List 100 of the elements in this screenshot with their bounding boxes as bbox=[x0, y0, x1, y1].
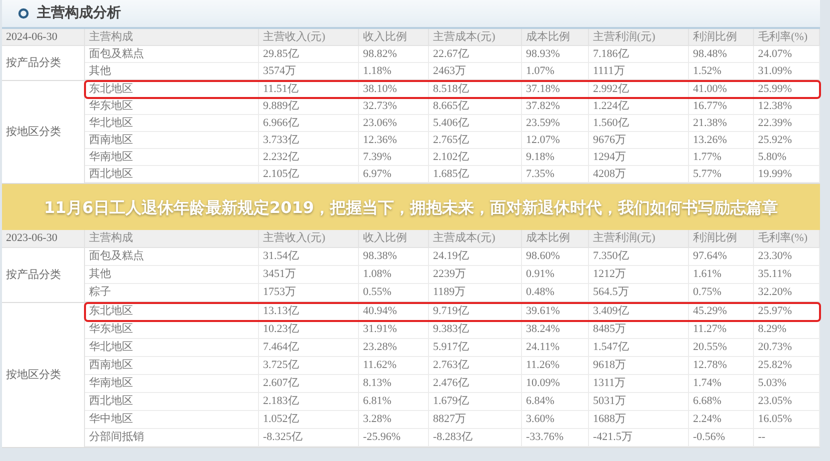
table-cell: 9.18% bbox=[522, 149, 589, 165]
table-header-cell: 成本比例 bbox=[522, 230, 589, 247]
table-cell: 6.97% bbox=[359, 166, 429, 182]
table-cell: 12.38% bbox=[754, 98, 820, 114]
table-header-cell: 2024-06-30 bbox=[2, 29, 85, 45]
table-cell: 9.719亿 bbox=[429, 303, 522, 321]
table-cell: 11.26% bbox=[522, 357, 589, 374]
table-cell: -8.283亿 bbox=[429, 429, 522, 446]
table-header-cell: 主营构成 bbox=[85, 230, 259, 247]
table-cell: 25.92% bbox=[754, 132, 820, 148]
table-cell: 3.725亿 bbox=[259, 357, 359, 374]
table-cell: 16.77% bbox=[689, 98, 754, 114]
table-cell: 8.665亿 bbox=[429, 98, 522, 114]
table-cell: 1294万 bbox=[589, 149, 689, 165]
table-cell: 98.38% bbox=[359, 248, 429, 265]
table-header-cell: 主营利润(元) bbox=[589, 230, 689, 247]
table-cell: 5.406亿 bbox=[429, 115, 522, 131]
table-cell: 1212万 bbox=[589, 266, 689, 283]
table-cell: 38.24% bbox=[522, 321, 589, 338]
table-cell: 29.85亿 bbox=[259, 46, 359, 62]
table-cell: 3.733亿 bbox=[259, 132, 359, 148]
table-cell: 12.36% bbox=[359, 132, 429, 148]
table-cell: 0.75% bbox=[689, 284, 754, 301]
table-cell: 2.765亿 bbox=[429, 132, 522, 148]
table-cell: 5.917亿 bbox=[429, 339, 522, 356]
table-cell: -0.56% bbox=[689, 429, 754, 446]
table-cell: 2.476亿 bbox=[429, 375, 522, 392]
table-cell: 13.13亿 bbox=[259, 303, 359, 321]
table-cell: 1189万 bbox=[429, 284, 522, 301]
table-cell: 35.11% bbox=[754, 266, 820, 283]
table-cell: 6.68% bbox=[689, 393, 754, 410]
table-header-cell: 主营收入(元) bbox=[259, 230, 359, 247]
table-cell: 东北地区 bbox=[85, 81, 259, 98]
table-cell: 20.55% bbox=[689, 339, 754, 356]
table-cell: 98.60% bbox=[522, 248, 589, 265]
table-cell: 1111万 bbox=[589, 63, 689, 79]
table-cell: 38.10% bbox=[359, 81, 429, 98]
table-cell: 39.61% bbox=[522, 303, 589, 321]
table-header-cell: 利润比例 bbox=[689, 230, 754, 247]
table-cell: 1.08% bbox=[359, 266, 429, 283]
table-cell: 40.94% bbox=[359, 303, 429, 321]
table-cell: 37.18% bbox=[522, 81, 589, 98]
table-cell: 东北地区 bbox=[85, 303, 259, 321]
panel-title: 主营构成分析 bbox=[37, 4, 121, 23]
table-cell: 2.992亿 bbox=[589, 81, 689, 98]
table-header-cell: 收入比例 bbox=[359, 230, 429, 247]
table-cell: 西南地区 bbox=[85, 357, 259, 374]
table-cell: 21.38% bbox=[689, 115, 754, 131]
table-cell: 9.889亿 bbox=[259, 98, 359, 114]
table-cell: 华南地区 bbox=[85, 149, 259, 165]
table-cell: 1753万 bbox=[259, 284, 359, 301]
table-cell: 7.464亿 bbox=[259, 339, 359, 356]
table-cell: 华北地区 bbox=[85, 115, 259, 131]
table-cell: 7.186亿 bbox=[589, 46, 689, 62]
table-cell: 1.74% bbox=[689, 375, 754, 392]
table-cell: 华北地区 bbox=[85, 339, 259, 356]
group-label: 按产品分类 bbox=[5, 268, 62, 283]
table-header-cell: 主营成本(元) bbox=[429, 29, 522, 45]
table-cell: 23.05% bbox=[754, 393, 820, 410]
table-cell: 22.39% bbox=[754, 115, 820, 131]
table-header-cell: 主营成本(元) bbox=[429, 230, 522, 247]
table-cell: 5.80% bbox=[754, 149, 820, 165]
table-cell: 24.07% bbox=[754, 46, 820, 62]
table-cell: 13.26% bbox=[689, 132, 754, 148]
ring-icon bbox=[18, 8, 29, 19]
table-cell: 31.09% bbox=[754, 63, 820, 79]
table-cell: 其他 bbox=[85, 266, 259, 283]
table-cell: 11.27% bbox=[689, 321, 754, 338]
table-cell: 98.48% bbox=[689, 46, 754, 62]
table-cell: 2.24% bbox=[689, 411, 754, 428]
table-cell: 西南地区 bbox=[85, 132, 259, 148]
table-cell: 面包及糕点 bbox=[85, 248, 259, 265]
table-cell: 16.05% bbox=[754, 411, 820, 428]
table-cell: 1.679亿 bbox=[429, 393, 522, 410]
table-cell: 1.52% bbox=[689, 63, 754, 79]
table-cell: 7.35% bbox=[522, 166, 589, 182]
table-cell: 1.77% bbox=[689, 149, 754, 165]
table-cell: 分部间抵销 bbox=[85, 429, 259, 446]
table-cell: 面包及糕点 bbox=[85, 46, 259, 62]
table-cell: 23.06% bbox=[359, 115, 429, 131]
table-cell: 41.00% bbox=[689, 81, 754, 98]
table-cell: 1.61% bbox=[689, 266, 754, 283]
table-cell: 3574万 bbox=[259, 63, 359, 79]
table-cell: 45.29% bbox=[689, 303, 754, 321]
table-cell: 1688万 bbox=[589, 411, 689, 428]
table-cell: 23.59% bbox=[522, 115, 589, 131]
table-cell: 9676万 bbox=[589, 132, 689, 148]
table-cell: 5031万 bbox=[589, 393, 689, 410]
table-cell: 32.20% bbox=[754, 284, 820, 301]
table-cell: 7.39% bbox=[359, 149, 429, 165]
table-cell: -- bbox=[754, 429, 820, 446]
table-cell: 98.82% bbox=[359, 46, 429, 62]
table-cell: 24.19亿 bbox=[429, 248, 522, 265]
table-cell: 3451万 bbox=[259, 266, 359, 283]
table-cell: 22.67亿 bbox=[429, 46, 522, 62]
table-cell: 1.224亿 bbox=[589, 98, 689, 114]
table-cell: 3.60% bbox=[522, 411, 589, 428]
table-cell: 粽子 bbox=[85, 284, 259, 301]
table-cell: 2.607亿 bbox=[259, 375, 359, 392]
table-cell: 5.77% bbox=[689, 166, 754, 182]
